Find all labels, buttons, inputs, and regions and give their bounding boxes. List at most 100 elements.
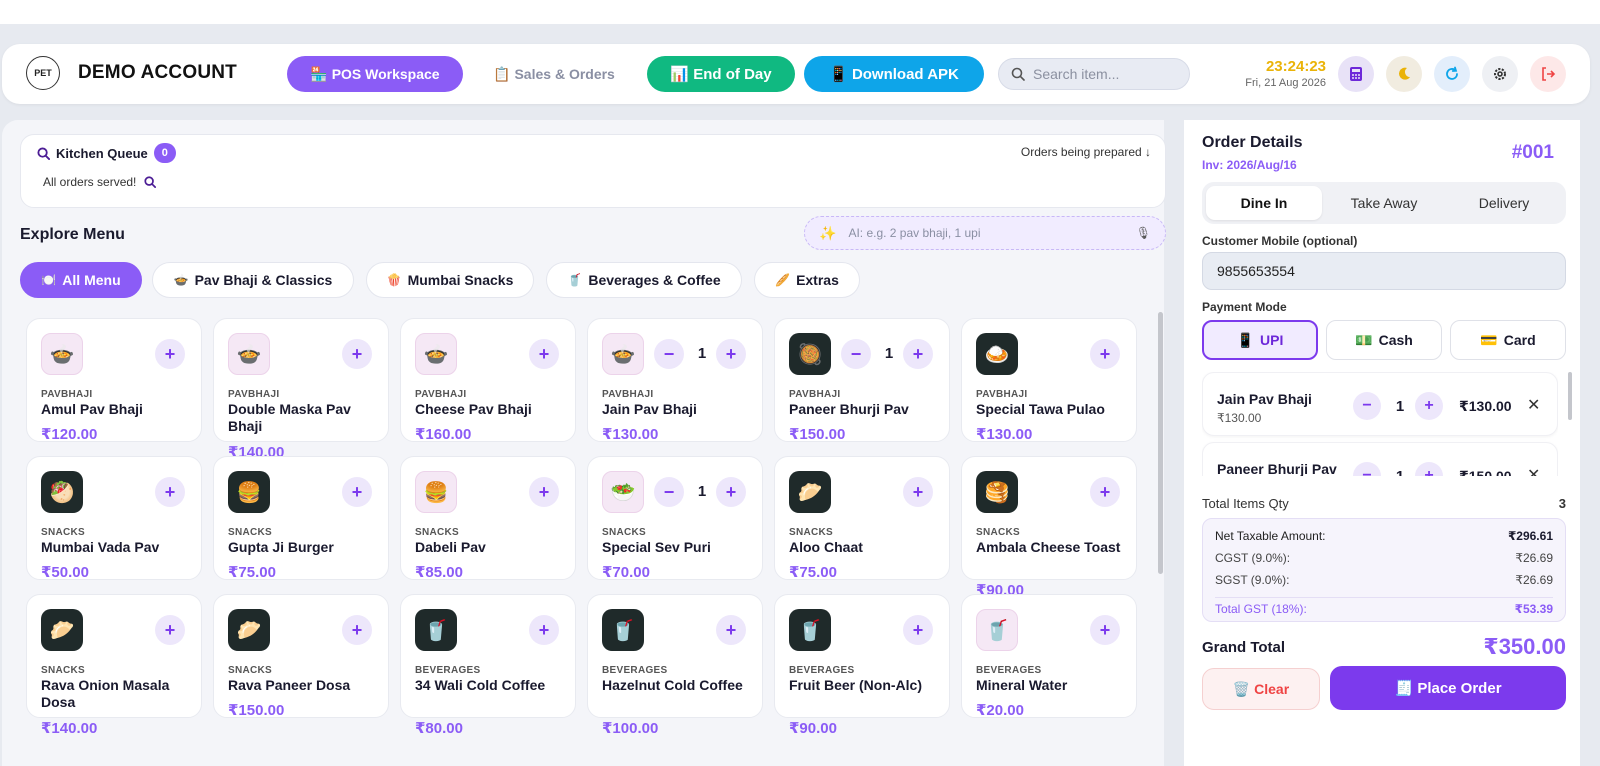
item-name: Dabeli Pav (415, 539, 486, 555)
item-thumbnail: 🥘 (789, 333, 831, 375)
order-details-title: Order Details (1202, 134, 1303, 151)
add-item-button[interactable]: + (155, 477, 185, 507)
ai-order-input[interactable] (848, 226, 1124, 240)
menu-item-card[interactable]: 🍲 + PAVBHAJI Cheese Pav Bhaji ₹160.00 (400, 318, 576, 443)
decrease-qty-button[interactable]: − (654, 477, 684, 507)
cart-increase-button[interactable]: + (1415, 462, 1443, 476)
category-tab[interactable]: 🍽️ All Menu (20, 262, 142, 298)
ai-order-box: ✨ 🎙 (804, 216, 1166, 250)
account-name: DEMO ACCOUNT (78, 62, 237, 83)
category-tab[interactable]: 🍲 Pav Bhaji & Classics (152, 262, 354, 298)
add-item-button[interactable]: + (1090, 477, 1120, 507)
tax-label: SGST (9.0%): (1215, 573, 1290, 587)
add-item-button[interactable]: + (529, 477, 559, 507)
menu-item-card[interactable]: 🥤 + BEVERAGES 34 Wali Cold Coffee ₹80.00 (400, 594, 576, 737)
menu-item-card[interactable]: 🥤 + BEVERAGES Hazelnut Cold Coffee ₹100.00 (587, 594, 763, 737)
menu-item-card[interactable]: 🍛 + PAVBHAJI Special Tawa Pulao ₹130.00 (961, 318, 1137, 443)
add-item-button[interactable]: + (716, 615, 746, 645)
clock: 23:24:23 Fri, 21 Aug 2026 (1238, 58, 1326, 89)
menu-item-card[interactable]: 🥟 + SNACKS Rava Onion Masala Dosa ₹140.00 (26, 594, 202, 737)
clear-button[interactable]: 🗑️ Clear (1202, 668, 1320, 710)
menu-item-card[interactable]: 🍲 + PAVBHAJI Double Maska Pav Bhaji ₹140.00 (213, 318, 389, 461)
category-tab[interactable]: 🥤 Beverages & Coffee (546, 262, 742, 298)
nav-pos-workspace[interactable]: 🏪 POS Workspace (287, 56, 463, 92)
order-type-tab[interactable]: Delivery (1446, 186, 1562, 220)
menu-item-card[interactable]: 🥤 + BEVERAGES Fruit Beer (Non-Alc) ₹90.00 (774, 594, 950, 737)
add-item-button[interactable]: + (529, 615, 559, 645)
customer-mobile-field[interactable]: 9855653554 (1202, 252, 1566, 290)
kitchen-queue-label: Kitchen Queue (56, 145, 148, 161)
cart-decrease-button[interactable]: − (1353, 392, 1381, 420)
menu-item-card[interactable]: 🍲 + PAVBHAJI Amul Pav Bhaji ₹120.00 (26, 318, 202, 443)
kitchen-queue-count: 0 (153, 143, 176, 163)
explore-menu-title: Explore Menu (20, 226, 125, 243)
add-item-button[interactable]: + (342, 615, 372, 645)
add-item-button[interactable]: + (1090, 339, 1120, 369)
add-item-button[interactable]: + (903, 477, 933, 507)
category-icon: 🥖 (775, 273, 791, 287)
increase-qty-button[interactable]: + (716, 477, 746, 507)
menu-panel: Kitchen Queue 0 Orders being prepared ↓ … (2, 120, 1166, 766)
menu-item-card[interactable]: 🍔 + SNACKS Gupta Ji Burger ₹75.00 (213, 456, 389, 581)
menu-item-card[interactable]: 🍲 −1 + PAVBHAJI Jain Pav Bhaji ₹130.00 (587, 318, 763, 443)
menu-item-card[interactable]: 🍔 + SNACKS Dabeli Pav ₹85.00 (400, 456, 576, 581)
category-icon: 🍿 (386, 273, 402, 287)
calculator-icon[interactable] (1338, 56, 1374, 92)
add-item-button[interactable]: + (1090, 615, 1120, 645)
add-item-button[interactable]: + (342, 339, 372, 369)
payment-option-card[interactable]: 💳 Card (1450, 320, 1566, 360)
logout-icon[interactable] (1530, 56, 1566, 92)
increase-qty-button[interactable]: + (716, 339, 746, 369)
item-category: BEVERAGES (789, 665, 855, 676)
order-type-tab[interactable]: Dine In (1206, 186, 1322, 220)
item-category: SNACKS (41, 665, 86, 676)
add-item-button[interactable]: + (529, 339, 559, 369)
add-item-button[interactable]: + (342, 477, 372, 507)
add-item-button[interactable]: + (903, 615, 933, 645)
end-of-day-button[interactable]: 📊 End of Day (647, 56, 795, 92)
search-input[interactable] (1033, 66, 1173, 82)
menu-item-card[interactable]: 🥘 −1 + PAVBHAJI Paneer Bhurji Pav ₹150.00 (774, 318, 950, 443)
add-item-button[interactable]: + (155, 615, 185, 645)
menu-item-card[interactable]: 🥟 + SNACKS Rava Paneer Dosa ₹150.00 (213, 594, 389, 719)
decrease-qty-button[interactable]: − (654, 339, 684, 369)
gear-icon[interactable] (1482, 56, 1518, 92)
item-thumbnail: 🍔 (228, 471, 270, 513)
download-apk-button[interactable]: 📱 Download APK (804, 56, 984, 92)
menu-grid: 🍲 + PAVBHAJI Amul Pav Bhaji ₹120.00 🍲 + PAVBHAJ… (20, 312, 1156, 766)
remove-item-icon[interactable]: ✕ (1527, 465, 1540, 476)
moon-icon[interactable] (1386, 56, 1422, 92)
order-type-tab[interactable]: Take Away (1326, 186, 1442, 220)
cart-scrollbar[interactable] (1568, 372, 1572, 420)
payment-option-upi[interactable]: 📱 UPI (1202, 320, 1318, 360)
cart-decrease-button[interactable]: − (1353, 462, 1381, 476)
microphone-icon[interactable]: 🎙 (1136, 226, 1151, 240)
refresh-icon[interactable] (1434, 56, 1470, 92)
item-name: Rava Onion Masala Dosa (41, 677, 170, 710)
payment-option-cash[interactable]: 💵 Cash (1326, 320, 1442, 360)
item-price: ₹130.00 (976, 426, 1033, 443)
place-order-button[interactable]: 🧾 Place Order (1330, 666, 1566, 710)
category-tab[interactable]: 🍿 Mumbai Snacks (366, 262, 534, 298)
kitchen-queue-toggle[interactable]: Orders being prepared ↓ (1021, 145, 1151, 159)
tax-row: CGST (9.0%): ₹26.69 (1215, 551, 1553, 565)
category-icon: 🍽️ (41, 273, 57, 287)
increase-qty-button[interactable]: + (903, 339, 933, 369)
remove-item-icon[interactable]: ✕ (1527, 395, 1540, 415)
cart-increase-button[interactable]: + (1415, 392, 1443, 420)
payment-icon: 💳 (1480, 331, 1498, 348)
menu-item-card[interactable]: 🥟 + SNACKS Aloo Chaat ₹75.00 (774, 456, 950, 581)
nav-sales-orders[interactable]: 📋 Sales & Orders (484, 56, 624, 92)
menu-item-card[interactable]: 🥗 −1 + SNACKS Special Sev Puri ₹70.00 (587, 456, 763, 581)
item-thumbnail: 🍲 (415, 333, 457, 375)
category-icon: 🍲 (173, 273, 189, 287)
item-category: PAVBHAJI (41, 389, 93, 400)
item-thumbnail: 🥤 (415, 609, 457, 651)
menu-item-card[interactable]: 🥙 + SNACKS Mumbai Vada Pav ₹50.00 (26, 456, 202, 581)
menu-item-card[interactable]: 🥞 + SNACKS Ambala Cheese Toast ₹90.00 (961, 456, 1137, 599)
menu-scrollbar[interactable] (1158, 312, 1163, 574)
add-item-button[interactable]: + (155, 339, 185, 369)
decrease-qty-button[interactable]: − (841, 339, 871, 369)
menu-item-card[interactable]: 🥤 + BEVERAGES Mineral Water ₹20.00 (961, 594, 1137, 719)
category-tab[interactable]: 🥖 Extras (754, 262, 860, 298)
